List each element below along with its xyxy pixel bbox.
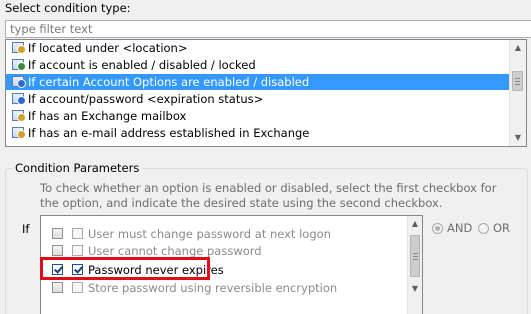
if-label: If (22, 222, 30, 236)
scroll-thumb[interactable] (512, 71, 523, 91)
email-icon (12, 127, 26, 139)
account-status-icon (12, 59, 26, 71)
scroll-thumb[interactable] (410, 235, 420, 277)
list-item-label: If account is enabled / disabled / locke… (28, 58, 256, 72)
option-row: User must change password at next logon (41, 225, 407, 243)
checklist-scrollbar[interactable]: ▲ ▼ (407, 216, 422, 314)
account-options-icon (12, 76, 26, 88)
folder-icon (12, 42, 26, 54)
and-label: AND (447, 221, 473, 235)
list-item-label: If located under <location> (28, 41, 188, 55)
state-checkbox[interactable] (72, 282, 83, 293)
enable-check-checkbox[interactable] (52, 228, 63, 239)
condition-type-list[interactable]: If located under <location> If account i… (5, 39, 527, 147)
list-item-label: If certain Account Options are enabled /… (28, 75, 310, 89)
clock-icon (12, 93, 26, 105)
option-label: User must change password at next logon (88, 227, 331, 241)
mailbox-icon (12, 110, 26, 122)
list-item-selected[interactable]: If certain Account Options are enabled /… (6, 74, 509, 90)
list-item-label: If account/password <expiration status> (28, 92, 264, 106)
and-radio[interactable] (432, 223, 443, 234)
option-row: Store password using reversible encrypti… (41, 279, 407, 297)
list-item[interactable]: If located under <location> (6, 40, 509, 56)
list-item-label: If has an Exchange mailbox (28, 109, 187, 123)
scroll-down-icon[interactable]: ▼ (408, 281, 422, 297)
scroll-up-icon[interactable]: ▲ (510, 40, 526, 56)
instructions-text: To check whether an option is enabled or… (40, 181, 497, 210)
state-checkbox[interactable] (72, 245, 83, 256)
list-scrollbar[interactable]: ▲ ▼ (509, 40, 526, 146)
highlight-box (40, 257, 210, 280)
scroll-up-icon[interactable]: ▲ (408, 216, 422, 232)
scroll-down-icon[interactable]: ▼ (510, 130, 526, 146)
filter-input[interactable] (5, 20, 531, 38)
list-item-label: If has an e-mail address established in … (28, 126, 310, 140)
condition-parameters-label: Condition Parameters (12, 161, 143, 175)
or-radio[interactable] (478, 223, 489, 234)
list-item[interactable]: If account/password <expiration status> (6, 91, 509, 107)
list-item[interactable]: If account is enabled / disabled / locke… (6, 57, 509, 73)
enable-check-checkbox[interactable] (52, 282, 63, 293)
condition-type-label: Select condition type: (5, 1, 131, 15)
list-item[interactable]: If has an e-mail address established in … (6, 125, 509, 141)
enable-check-checkbox[interactable] (52, 245, 63, 256)
option-label: Store password using reversible encrypti… (88, 281, 338, 295)
list-item[interactable]: If has an Exchange mailbox (6, 108, 509, 124)
or-label: OR (493, 221, 511, 235)
state-checkbox[interactable] (72, 228, 83, 239)
